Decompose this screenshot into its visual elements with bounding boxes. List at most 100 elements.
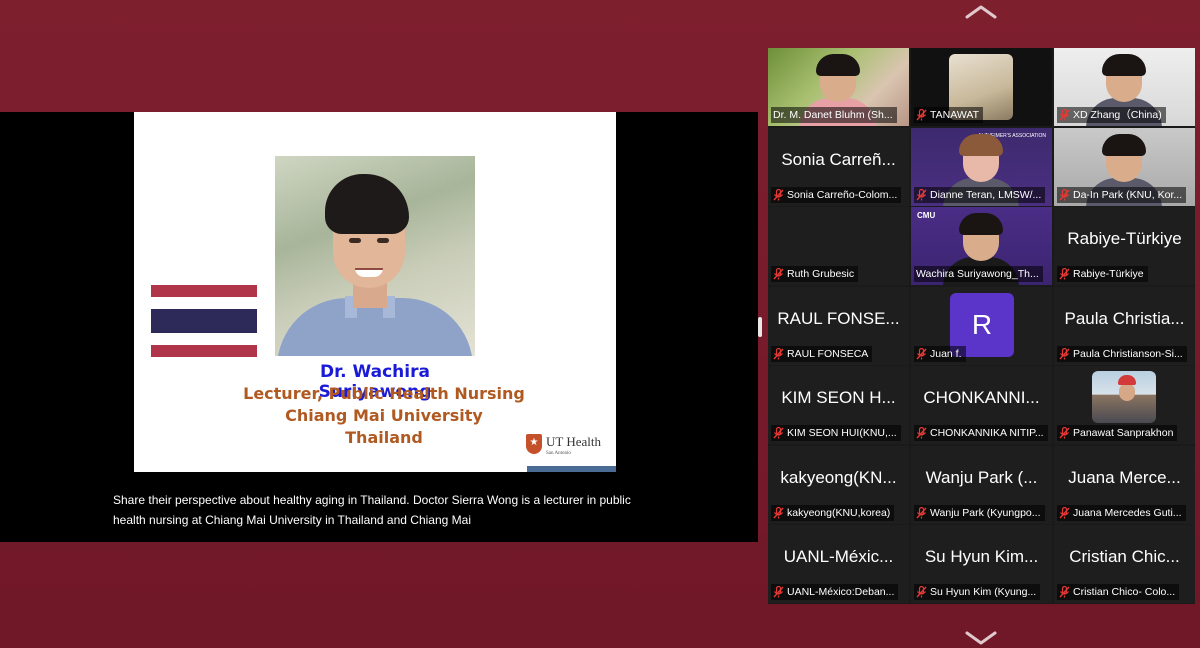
profile-photo bbox=[1092, 371, 1156, 423]
ut-health-logo: ★ UT Health San Antonio bbox=[526, 432, 606, 462]
participant-tile[interactable]: Juana Merce... Juana Mercedes Guti... bbox=[1054, 445, 1195, 524]
participant-hair bbox=[1102, 133, 1146, 156]
ut-health-logo-text: UT Health bbox=[546, 434, 601, 449]
participant-name: Cristian Chico- Colo... bbox=[1073, 586, 1176, 598]
participant-tile[interactable]: CMU Wachira Suriyawong_Th... bbox=[911, 207, 1052, 285]
participant-nameplate: Ruth Grubesic bbox=[771, 266, 859, 282]
participant-display-name: KIM SEON H... bbox=[781, 388, 896, 407]
participant-nameplate: Wachira Suriyawong_Th... bbox=[914, 266, 1043, 282]
participant-name: TANAWAT bbox=[930, 109, 979, 121]
slide-speaker-country: Thailand bbox=[345, 428, 423, 447]
presentation-slide: Dr. Wachira Suriyawong Lecturer, Public … bbox=[134, 112, 616, 472]
muted-mic-icon bbox=[773, 426, 784, 439]
participant-tile[interactable]: CHONKANNI... CHONKANNIKA NITIP... bbox=[911, 366, 1052, 444]
participant-name: UANL-México:Deban... bbox=[787, 586, 895, 598]
participant-display-name: Su Hyun Kim... bbox=[924, 547, 1039, 566]
participant-tile[interactable]: RAUL FONSE... RAUL FONSECA bbox=[768, 286, 909, 365]
participant-display-name: CHONKANNI... bbox=[923, 388, 1040, 407]
participant-tile[interactable]: kakyeong(KN... kakyeong(KNU,korea) bbox=[768, 445, 909, 524]
cmu-logo: CMU bbox=[917, 211, 936, 220]
participant-tile[interactable]: Da-In Park (KNU, Kor... bbox=[1054, 127, 1195, 206]
participant-nameplate: Rabiye-Türkiye bbox=[1057, 266, 1148, 282]
participant-tile[interactable]: Panawat Sanprakhon bbox=[1054, 366, 1195, 444]
participant-tile[interactable]: Rabiye-Türkiye Rabiye-Türkiye bbox=[1054, 207, 1195, 285]
participant-name: Panawat Sanprakhon bbox=[1073, 427, 1174, 439]
participant-nameplate: Paula Christianson-Si... bbox=[1057, 345, 1187, 362]
muted-mic-icon bbox=[916, 585, 927, 598]
participant-name: Dr. M. Danet Bluhm (Sh... bbox=[773, 109, 893, 121]
participant-nameplate: Sonia Carreño-Colom... bbox=[771, 186, 902, 203]
participant-nameplate: Panawat Sanprakhon bbox=[1057, 425, 1178, 441]
participant-display-name: RAUL FONSE... bbox=[777, 308, 900, 328]
participant-tile[interactable]: UANL-Méxic... UANL-México:Deban... bbox=[768, 525, 909, 603]
participant-nameplate: Juana Mercedes Guti... bbox=[1057, 504, 1186, 521]
participant-tile[interactable]: Sonia Carreñ... Sonia Carreño-Colom... bbox=[768, 127, 909, 206]
participant-display-name: Juana Merce... bbox=[1068, 467, 1181, 487]
slide-speaker-university: Chiang Mai University bbox=[285, 406, 483, 425]
participant-display-name: Cristian Chic... bbox=[1069, 547, 1180, 566]
muted-mic-icon bbox=[1059, 585, 1070, 598]
speaker-portrait bbox=[275, 156, 475, 356]
participant-tile[interactable]: Ruth Grubesic bbox=[768, 207, 909, 285]
participant-nameplate: Wanju Park (Kyungpo... bbox=[914, 504, 1045, 521]
muted-mic-icon bbox=[916, 347, 927, 360]
participant-tile[interactable]: R Juan f. bbox=[911, 286, 1052, 365]
ut-health-logo-subtext: San Antonio bbox=[546, 451, 571, 456]
shared-screen[interactable]: Dr. Wachira Suriyawong Lecturer, Public … bbox=[0, 112, 758, 542]
slide-speaker-title: Lecturer, Public Health Nursing bbox=[243, 384, 525, 403]
participant-name: Paula Christianson-Si... bbox=[1073, 347, 1183, 360]
muted-mic-icon bbox=[1059, 267, 1070, 280]
muted-mic-icon bbox=[773, 347, 784, 360]
participant-nameplate: RAUL FONSECA bbox=[771, 345, 873, 362]
participant-tile[interactable]: Wanju Park (... Wanju Park (Kyungpo... bbox=[911, 445, 1052, 524]
muted-mic-icon bbox=[916, 506, 927, 519]
participant-tile[interactable]: TANAWAT bbox=[911, 48, 1052, 126]
participant-nameplate: CHONKANNIKA NITIP... bbox=[914, 425, 1048, 441]
participant-name: Juan f. bbox=[930, 347, 962, 360]
slide-footer-bar bbox=[527, 466, 616, 472]
participant-nameplate: Dianne Teran, LMSW/... bbox=[914, 186, 1046, 203]
participant-tile[interactable]: Su Hyun Kim... Su Hyun Kim (Kyung... bbox=[911, 525, 1052, 603]
participant-name: Wanju Park (Kyungpo... bbox=[930, 506, 1041, 519]
participant-nameplate: Dr. M. Danet Bluhm (Sh... bbox=[771, 107, 897, 123]
participant-name: KIM SEON HUI(KNU,... bbox=[787, 427, 897, 439]
gallery-page-down-button[interactable] bbox=[964, 630, 998, 646]
profile-photo-cap bbox=[1118, 375, 1136, 385]
participant-display-name: Sonia Carreñ... bbox=[781, 149, 896, 169]
participant-nameplate: TANAWAT bbox=[914, 107, 983, 123]
participant-nameplate: KIM SEON HUI(KNU,... bbox=[771, 425, 901, 441]
muted-mic-icon bbox=[773, 585, 784, 598]
thailand-flag-icon bbox=[151, 285, 257, 357]
participant-hair bbox=[959, 213, 1003, 235]
participant-nameplate: UANL-México:Deban... bbox=[771, 584, 899, 600]
muted-mic-icon bbox=[916, 108, 927, 121]
participant-tile[interactable]: KIM SEON H... KIM SEON HUI(KNU,... bbox=[768, 366, 909, 444]
split-view-handle[interactable] bbox=[758, 317, 762, 337]
participant-tile[interactable]: Cristian Chic... Cristian Chico- Colo... bbox=[1054, 525, 1195, 603]
participant-display-name: UANL-Méxic... bbox=[783, 547, 894, 566]
participant-tile[interactable]: Paula Christia... Paula Christianson-Si..… bbox=[1054, 286, 1195, 365]
profile-photo-face bbox=[1119, 383, 1135, 401]
participant-tile[interactable]: ALZHEIMER'S ASSOCIATION Dianne Teran, LMS… bbox=[911, 127, 1052, 206]
participant-name: RAUL FONSECA bbox=[787, 347, 869, 360]
participant-display-name: Rabiye-Türkiye bbox=[1067, 229, 1182, 248]
participant-name: Da-In Park (KNU, Kor... bbox=[1073, 188, 1183, 201]
muted-mic-icon bbox=[773, 267, 784, 280]
chevron-down-icon bbox=[965, 631, 997, 645]
muted-mic-icon bbox=[1059, 426, 1070, 439]
muted-mic-icon bbox=[1059, 347, 1070, 360]
participant-name: Wachira Suriyawong_Th... bbox=[916, 268, 1039, 280]
participant-tile[interactable]: XD Zhang（China) bbox=[1054, 48, 1195, 126]
participant-tile[interactable]: Dr. M. Danet Bluhm (Sh... bbox=[768, 48, 909, 126]
gallery-page-up-button[interactable] bbox=[964, 4, 998, 20]
muted-mic-icon bbox=[916, 188, 927, 201]
participant-name: Dianne Teran, LMSW/... bbox=[930, 188, 1042, 201]
muted-mic-icon bbox=[773, 188, 784, 201]
participant-display-name: kakyeong(KN... bbox=[780, 467, 897, 487]
participant-nameplate: Da-In Park (KNU, Kor... bbox=[1057, 186, 1187, 203]
participant-name: Su Hyun Kim (Kyung... bbox=[930, 586, 1037, 598]
participant-name: Juana Mercedes Guti... bbox=[1073, 506, 1182, 519]
star-shield-icon: ★ bbox=[526, 434, 542, 454]
chevron-up-icon bbox=[965, 5, 997, 19]
muted-mic-icon bbox=[1059, 188, 1070, 201]
